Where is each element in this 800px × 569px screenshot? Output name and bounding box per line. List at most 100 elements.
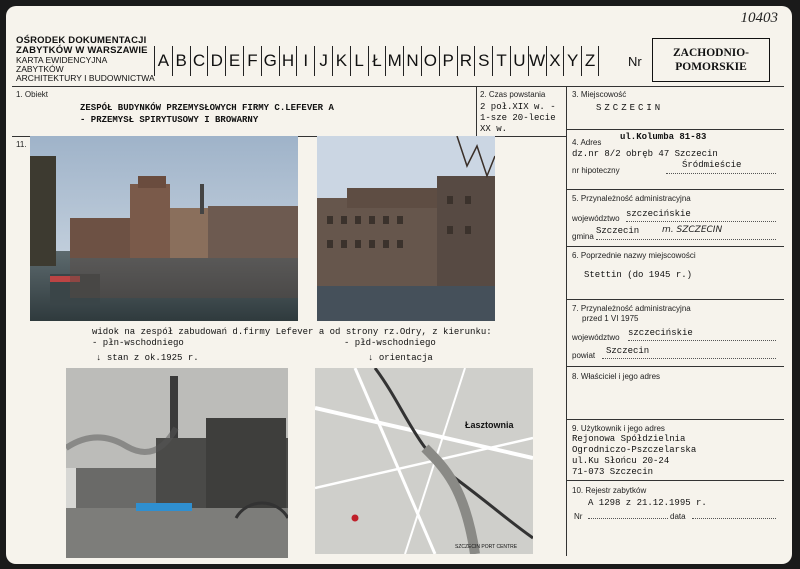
alphabet-letter: K bbox=[331, 46, 350, 76]
divider-6-7 bbox=[566, 299, 784, 300]
wojewodztwo-line bbox=[626, 221, 776, 222]
alphabet-letter: Ł bbox=[367, 46, 386, 76]
adres-label: 4. Adres bbox=[572, 138, 602, 147]
divider-9-10 bbox=[566, 480, 784, 481]
alphabet-letter: L bbox=[349, 46, 368, 76]
rejestr-value: A 1298 z 21.12.1995 r. bbox=[588, 498, 707, 508]
rejestr-nr-line bbox=[588, 518, 668, 519]
alphabet-letter: C bbox=[189, 46, 208, 76]
uzytkownik-line-4: 71-073 Szczecin bbox=[572, 467, 654, 477]
miejscowosc-value: SZCZECIN bbox=[596, 103, 664, 113]
hipoteczny-line bbox=[666, 173, 776, 174]
alphabet-letter: H bbox=[278, 46, 297, 76]
caption-historical-text: stan z ok.1925 r. bbox=[106, 353, 199, 363]
photo-view-se bbox=[317, 136, 495, 321]
alphabet-letter: Y bbox=[563, 46, 581, 76]
gmina-line bbox=[596, 239, 776, 240]
alphabet-letter: U bbox=[509, 46, 528, 76]
miejscowosc-label: 3. Miejscowość bbox=[572, 90, 627, 99]
wlasciciel-label: 8. Właściciel i jego adres bbox=[572, 372, 661, 381]
uzytkownik-line-2: Ogrodniczo-Pszczelarska bbox=[572, 445, 697, 455]
photo-view-se-image bbox=[317, 136, 495, 321]
alphabet-letter: N bbox=[403, 46, 421, 76]
caption-left-direction: - płn-wschodniego bbox=[92, 338, 184, 348]
nr-label: Nr bbox=[628, 54, 642, 69]
region-line-2: POMORSKIE bbox=[675, 61, 747, 74]
adres-street: ul.Kolumba 81-83 bbox=[620, 132, 707, 142]
czas-line-1: 2 poł.XIX w. - bbox=[480, 102, 556, 112]
caption-right-direction: - płd-wschodniego bbox=[344, 338, 436, 348]
card-number: 10403 bbox=[740, 10, 779, 26]
caption-view: widok na zespół zabudowań d.firmy Lefeve… bbox=[92, 327, 492, 337]
czas-line-2: 1-sze 20-lecie bbox=[480, 113, 556, 123]
alphabet-letter: W bbox=[527, 46, 546, 76]
alphabet-letter: P bbox=[438, 46, 457, 76]
alphabet-letter: D bbox=[207, 46, 225, 76]
czas-label: 2. Czas powstania bbox=[480, 90, 546, 99]
gmina-value: Szczecin bbox=[596, 226, 640, 236]
orientation-map-image: Łasztownia SZCZECIN PORT CENTRE bbox=[315, 368, 533, 554]
divider-8-9 bbox=[566, 419, 784, 420]
divider-7-8 bbox=[566, 366, 784, 367]
wojewodztwo-value: szczecińskie bbox=[626, 209, 691, 219]
uzytkownik-line-3: ul.Ku Słońcu 20-24 bbox=[572, 456, 670, 466]
right-column-divider bbox=[566, 86, 567, 556]
map-label-lasztownia: Łasztownia bbox=[465, 420, 515, 430]
woj-1975-line bbox=[628, 340, 776, 341]
przed1975-sublabel: przed 1 VI 1975 bbox=[582, 314, 639, 323]
adres-district: Śródmieście bbox=[682, 160, 742, 170]
divider-4-5 bbox=[566, 189, 784, 190]
alphabet-letter: O bbox=[420, 46, 439, 76]
alphabet-letter: I bbox=[296, 46, 314, 76]
przed1975-label: 7. Przynależność administracyjna bbox=[572, 304, 691, 313]
czas-line-3: XX w. bbox=[480, 124, 508, 134]
photo-historical-image bbox=[66, 368, 288, 558]
alphabet-letter: J bbox=[314, 46, 332, 76]
hipoteczny-label: nr hipoteczny bbox=[572, 166, 620, 175]
down-arrow-icon: ↓ bbox=[96, 353, 107, 363]
obiekt-line-1: ZESPÓŁ BUDYNKÓW PRZEMYSŁOWYCH FIRMY C.LE… bbox=[80, 103, 334, 113]
caption-orientation-text: orientacja bbox=[378, 353, 433, 363]
powiat-line bbox=[602, 358, 776, 359]
adres-dz: dz.nr 8/2 obręb 47 Szczecin bbox=[572, 149, 718, 159]
rejestr-data-label: data bbox=[670, 512, 686, 521]
header-divider bbox=[12, 86, 784, 87]
institution-line-3: KARTA EWIDENCYJNA ZABYTKÓW bbox=[16, 54, 107, 74]
region-line-1: ZACHODNIO- bbox=[672, 47, 750, 59]
down-arrow-icon: ↓ bbox=[368, 353, 379, 363]
gmina-handwritten: m. SZCZECIN bbox=[662, 225, 723, 235]
powiat-value: Szczecin bbox=[606, 346, 650, 356]
section-11-label: 11. bbox=[16, 140, 27, 149]
institution-line-4: ARCHITEKTURY I BUDOWNICTWA bbox=[16, 72, 155, 83]
divider-5-6 bbox=[566, 246, 784, 247]
photo-view-ne bbox=[30, 136, 298, 321]
photo-historical bbox=[66, 368, 288, 558]
alphabet-letter: T bbox=[492, 46, 510, 76]
alphabet-index: ABCDEFGHIJKLŁMNOPRSTUWXYZ bbox=[154, 46, 599, 76]
powiat-label: powiat bbox=[572, 351, 596, 360]
divider-3-4 bbox=[566, 129, 784, 130]
obiekt-line-2: - PRZEMYSŁ SPIRYTUSOWY I BROWARNY bbox=[80, 115, 259, 125]
photo-view-ne-image bbox=[30, 136, 298, 321]
rejestr-nr-label: Nr bbox=[574, 512, 583, 521]
alphabet-letter: F bbox=[242, 46, 261, 76]
alphabet-letter: M bbox=[385, 46, 403, 76]
woj-1975-label: województwo bbox=[572, 333, 620, 342]
map-label-port: SZCZECIN PORT CENTRE bbox=[455, 544, 518, 550]
gmina-label: gmina bbox=[572, 232, 594, 241]
alphabet-letter: R bbox=[456, 46, 475, 76]
alphabet-letter: E bbox=[225, 46, 243, 76]
woj-1975-value: szczecińskie bbox=[628, 328, 693, 338]
orientation-map: Łasztownia SZCZECIN PORT CENTRE bbox=[315, 368, 533, 554]
obiekt-label: 1. Obiekt bbox=[16, 90, 49, 99]
alphabet-letter: X bbox=[545, 46, 564, 76]
przynaleznosc-label: 5. Przynależność administracyjna bbox=[572, 194, 691, 203]
alphabet-letter: Z bbox=[581, 46, 599, 76]
poprzednie-value: Stettin (do 1945 r.) bbox=[584, 270, 693, 280]
alphabet-letter: B bbox=[171, 46, 190, 76]
institution-header: OŚRODEK DOKUMENTACJI ZABYTKÓW W WARSZAWI… bbox=[16, 36, 156, 83]
rejestr-data-line bbox=[692, 518, 776, 519]
caption-historical: ↓ stan z ok.1925 r. bbox=[96, 353, 199, 363]
uzytkownik-line-1: Rejonowa Spółdzielnia bbox=[572, 434, 686, 444]
caption-orientation: ↓ orientacja bbox=[368, 353, 433, 363]
